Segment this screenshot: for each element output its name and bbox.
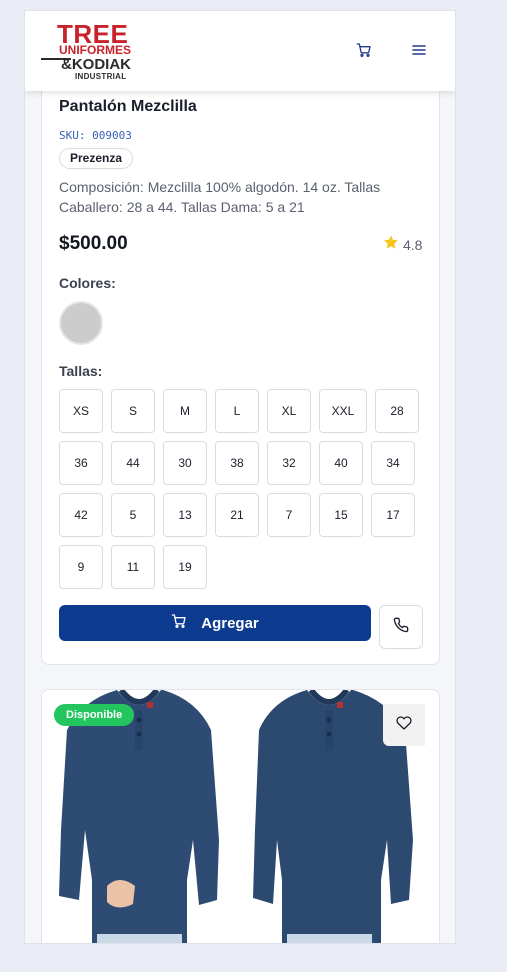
site-logo[interactable]: TREE UNIFORMES &KODIAK INDUSTRIAL — [41, 21, 141, 83]
size-option[interactable]: 13 — [163, 493, 207, 537]
sizes-label: Tallas: — [59, 363, 103, 379]
cart-icon — [356, 42, 372, 63]
size-option[interactable]: 17 — [371, 493, 415, 537]
rating-value: 4.8 — [403, 236, 423, 253]
size-option[interactable]: 34 — [371, 441, 415, 485]
color-swatch-gray[interactable] — [59, 301, 103, 345]
cart-icon — [171, 613, 187, 633]
size-option[interactable]: 32 — [267, 441, 311, 485]
product-title[interactable]: Pantalón Mezclilla — [59, 98, 197, 116]
availability-badge: Disponible — [54, 704, 135, 726]
product-photo-front — [47, 690, 232, 943]
phone-icon — [393, 617, 409, 638]
header-menu-button[interactable] — [408, 41, 430, 63]
size-option[interactable]: 15 — [319, 493, 363, 537]
size-option[interactable]: M — [163, 389, 207, 433]
product-description: Composición: Mezclilla 100% algodón. 14 … — [59, 179, 381, 215]
add-to-cart-button[interactable]: Agregar — [59, 605, 371, 641]
size-option[interactable]: 7 — [267, 493, 311, 537]
logo-text-uniformes: UNIFORMES — [59, 43, 131, 57]
call-button[interactable] — [379, 605, 423, 649]
heart-icon — [396, 715, 412, 736]
header-cart-button[interactable] — [353, 41, 375, 63]
product-card: Pantalón Mezclilla SKU: 009003 Prezenza … — [41, 51, 440, 665]
size-option[interactable]: 44 — [111, 441, 155, 485]
colors-label: Colores: — [59, 275, 116, 291]
size-option[interactable]: XS — [59, 389, 103, 433]
size-option[interactable]: 36 — [59, 441, 103, 485]
size-option[interactable]: 28 — [375, 389, 419, 433]
product-price: $500.00 — [59, 233, 128, 254]
size-option[interactable]: 40 — [319, 441, 363, 485]
add-to-cart-label: Agregar — [201, 614, 259, 632]
site-header: TREE UNIFORMES &KODIAK INDUSTRIAL — [25, 11, 455, 91]
size-option[interactable]: 30 — [163, 441, 207, 485]
logo-text-industrial: INDUSTRIAL — [75, 72, 127, 81]
logo-text-kodiak: &KODIAK — [61, 56, 131, 73]
size-option[interactable]: 38 — [215, 441, 259, 485]
page-frame: Pantalón Mezclilla SKU: 009003 Prezenza … — [24, 10, 456, 944]
size-option[interactable]: 21 — [215, 493, 259, 537]
product-rating: 4.8 — [383, 234, 422, 255]
next-product-card[interactable]: Disponible — [41, 689, 440, 943]
size-option[interactable]: 9 — [59, 545, 103, 589]
size-option[interactable]: S — [111, 389, 155, 433]
size-option[interactable]: 19 — [163, 545, 207, 589]
size-option[interactable]: 42 — [59, 493, 103, 537]
brand-badge: Prezenza — [59, 148, 134, 169]
favorite-button[interactable] — [383, 704, 425, 746]
size-option[interactable]: 5 — [111, 493, 155, 537]
size-option[interactable]: XL — [267, 389, 311, 433]
size-option[interactable]: L — [215, 389, 259, 433]
star-icon — [383, 234, 399, 255]
size-option[interactable]: 11 — [111, 545, 155, 589]
menu-icon — [411, 42, 427, 63]
size-option[interactable]: XXL — [319, 389, 367, 433]
product-sku: SKU: 009003 — [59, 129, 132, 142]
